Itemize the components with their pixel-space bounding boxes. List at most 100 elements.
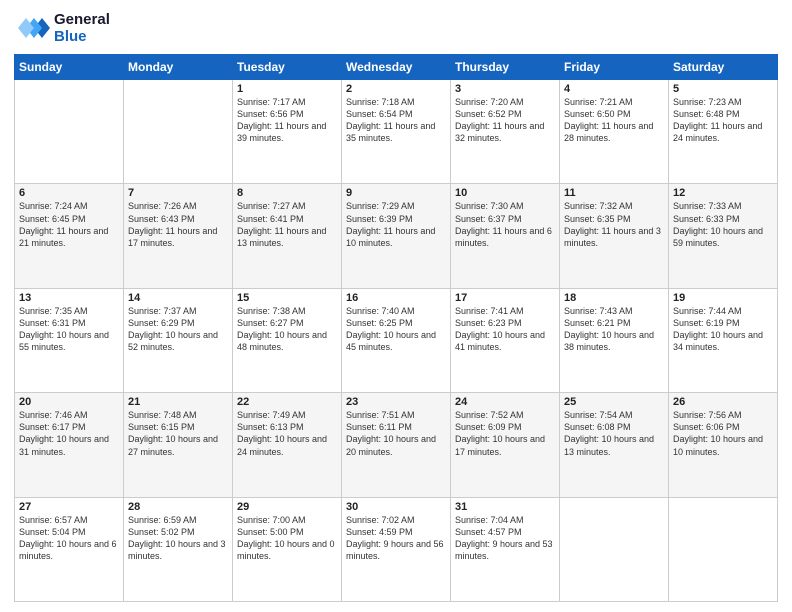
calendar-day-cell: 19Sunrise: 7:44 AM Sunset: 6:19 PM Dayli… [669,288,778,392]
day-number: 13 [19,292,119,304]
day-info: Sunrise: 7:40 AM Sunset: 6:25 PM Dayligh… [346,305,446,354]
calendar-day-cell: 29Sunrise: 7:00 AM Sunset: 5:00 PM Dayli… [233,497,342,601]
day-info: Sunrise: 7:51 AM Sunset: 6:11 PM Dayligh… [346,409,446,458]
calendar-day-cell: 25Sunrise: 7:54 AM Sunset: 6:08 PM Dayli… [560,393,669,497]
day-number: 18 [564,292,664,304]
calendar-week-row: 6Sunrise: 7:24 AM Sunset: 6:45 PM Daylig… [15,184,778,288]
calendar-week-row: 27Sunrise: 6:57 AM Sunset: 5:04 PM Dayli… [15,497,778,601]
day-number: 20 [19,396,119,408]
calendar-day-cell: 17Sunrise: 7:41 AM Sunset: 6:23 PM Dayli… [451,288,560,392]
calendar-day-cell: 8Sunrise: 7:27 AM Sunset: 6:41 PM Daylig… [233,184,342,288]
day-number: 1 [237,83,337,95]
calendar-day-cell: 31Sunrise: 7:04 AM Sunset: 4:57 PM Dayli… [451,497,560,601]
weekday-header-cell: Friday [560,55,669,80]
day-number: 6 [19,187,119,199]
day-info: Sunrise: 7:02 AM Sunset: 4:59 PM Dayligh… [346,514,446,563]
day-number: 11 [564,187,664,199]
day-number: 8 [237,187,337,199]
day-info: Sunrise: 7:37 AM Sunset: 6:29 PM Dayligh… [128,305,228,354]
weekday-header-cell: Saturday [669,55,778,80]
calendar-day-cell: 13Sunrise: 7:35 AM Sunset: 6:31 PM Dayli… [15,288,124,392]
calendar-day-cell: 14Sunrise: 7:37 AM Sunset: 6:29 PM Dayli… [124,288,233,392]
calendar-day-cell: 5Sunrise: 7:23 AM Sunset: 6:48 PM Daylig… [669,80,778,184]
calendar: SundayMondayTuesdayWednesdayThursdayFrid… [14,54,778,602]
calendar-day-cell [124,80,233,184]
calendar-day-cell: 30Sunrise: 7:02 AM Sunset: 4:59 PM Dayli… [342,497,451,601]
day-info: Sunrise: 7:33 AM Sunset: 6:33 PM Dayligh… [673,200,773,249]
weekday-header-row: SundayMondayTuesdayWednesdayThursdayFrid… [15,55,778,80]
day-number: 7 [128,187,228,199]
day-info: Sunrise: 7:29 AM Sunset: 6:39 PM Dayligh… [346,200,446,249]
day-number: 29 [237,501,337,513]
day-number: 4 [564,83,664,95]
day-number: 19 [673,292,773,304]
calendar-day-cell: 1Sunrise: 7:17 AM Sunset: 6:56 PM Daylig… [233,80,342,184]
calendar-day-cell: 18Sunrise: 7:43 AM Sunset: 6:21 PM Dayli… [560,288,669,392]
day-info: Sunrise: 7:56 AM Sunset: 6:06 PM Dayligh… [673,409,773,458]
calendar-week-row: 20Sunrise: 7:46 AM Sunset: 6:17 PM Dayli… [15,393,778,497]
day-number: 25 [564,396,664,408]
day-number: 2 [346,83,446,95]
weekday-header-cell: Wednesday [342,55,451,80]
day-number: 31 [455,501,555,513]
calendar-day-cell: 24Sunrise: 7:52 AM Sunset: 6:09 PM Dayli… [451,393,560,497]
day-number: 5 [673,83,773,95]
day-info: Sunrise: 7:48 AM Sunset: 6:15 PM Dayligh… [128,409,228,458]
day-info: Sunrise: 7:17 AM Sunset: 6:56 PM Dayligh… [237,96,337,145]
day-info: Sunrise: 7:00 AM Sunset: 5:00 PM Dayligh… [237,514,337,563]
day-number: 28 [128,501,228,513]
header: General Blue [14,10,778,46]
logo-text: General Blue [54,11,110,45]
weekday-header-cell: Sunday [15,55,124,80]
calendar-day-cell: 11Sunrise: 7:32 AM Sunset: 6:35 PM Dayli… [560,184,669,288]
calendar-day-cell: 20Sunrise: 7:46 AM Sunset: 6:17 PM Dayli… [15,393,124,497]
day-info: Sunrise: 7:54 AM Sunset: 6:08 PM Dayligh… [564,409,664,458]
day-info: Sunrise: 7:44 AM Sunset: 6:19 PM Dayligh… [673,305,773,354]
day-number: 10 [455,187,555,199]
day-number: 12 [673,187,773,199]
calendar-day-cell [560,497,669,601]
day-info: Sunrise: 7:41 AM Sunset: 6:23 PM Dayligh… [455,305,555,354]
day-number: 9 [346,187,446,199]
calendar-day-cell: 2Sunrise: 7:18 AM Sunset: 6:54 PM Daylig… [342,80,451,184]
calendar-day-cell: 21Sunrise: 7:48 AM Sunset: 6:15 PM Dayli… [124,393,233,497]
day-number: 30 [346,501,446,513]
calendar-day-cell: 10Sunrise: 7:30 AM Sunset: 6:37 PM Dayli… [451,184,560,288]
calendar-week-row: 13Sunrise: 7:35 AM Sunset: 6:31 PM Dayli… [15,288,778,392]
calendar-day-cell: 6Sunrise: 7:24 AM Sunset: 6:45 PM Daylig… [15,184,124,288]
logo-area: General Blue [14,10,110,46]
calendar-body: 1Sunrise: 7:17 AM Sunset: 6:56 PM Daylig… [15,80,778,602]
day-number: 27 [19,501,119,513]
logo-icon [14,10,50,46]
day-info: Sunrise: 7:32 AM Sunset: 6:35 PM Dayligh… [564,200,664,249]
day-number: 15 [237,292,337,304]
day-number: 14 [128,292,228,304]
day-info: Sunrise: 7:49 AM Sunset: 6:13 PM Dayligh… [237,409,337,458]
calendar-day-cell: 28Sunrise: 6:59 AM Sunset: 5:02 PM Dayli… [124,497,233,601]
page: General Blue SundayMondayTuesdayWednesda… [0,0,792,612]
day-info: Sunrise: 7:26 AM Sunset: 6:43 PM Dayligh… [128,200,228,249]
weekday-header-cell: Tuesday [233,55,342,80]
day-info: Sunrise: 7:24 AM Sunset: 6:45 PM Dayligh… [19,200,119,249]
day-info: Sunrise: 7:46 AM Sunset: 6:17 PM Dayligh… [19,409,119,458]
day-number: 26 [673,396,773,408]
day-info: Sunrise: 7:30 AM Sunset: 6:37 PM Dayligh… [455,200,555,249]
calendar-day-cell: 7Sunrise: 7:26 AM Sunset: 6:43 PM Daylig… [124,184,233,288]
day-number: 22 [237,396,337,408]
day-info: Sunrise: 7:43 AM Sunset: 6:21 PM Dayligh… [564,305,664,354]
calendar-day-cell: 4Sunrise: 7:21 AM Sunset: 6:50 PM Daylig… [560,80,669,184]
day-info: Sunrise: 7:35 AM Sunset: 6:31 PM Dayligh… [19,305,119,354]
day-info: Sunrise: 7:04 AM Sunset: 4:57 PM Dayligh… [455,514,555,563]
calendar-day-cell: 12Sunrise: 7:33 AM Sunset: 6:33 PM Dayli… [669,184,778,288]
calendar-day-cell: 22Sunrise: 7:49 AM Sunset: 6:13 PM Dayli… [233,393,342,497]
day-number: 23 [346,396,446,408]
weekday-header-cell: Monday [124,55,233,80]
day-number: 17 [455,292,555,304]
day-info: Sunrise: 7:27 AM Sunset: 6:41 PM Dayligh… [237,200,337,249]
weekday-header-cell: Thursday [451,55,560,80]
day-info: Sunrise: 7:20 AM Sunset: 6:52 PM Dayligh… [455,96,555,145]
calendar-day-cell [15,80,124,184]
day-info: Sunrise: 6:59 AM Sunset: 5:02 PM Dayligh… [128,514,228,563]
calendar-day-cell: 15Sunrise: 7:38 AM Sunset: 6:27 PM Dayli… [233,288,342,392]
calendar-day-cell: 27Sunrise: 6:57 AM Sunset: 5:04 PM Dayli… [15,497,124,601]
